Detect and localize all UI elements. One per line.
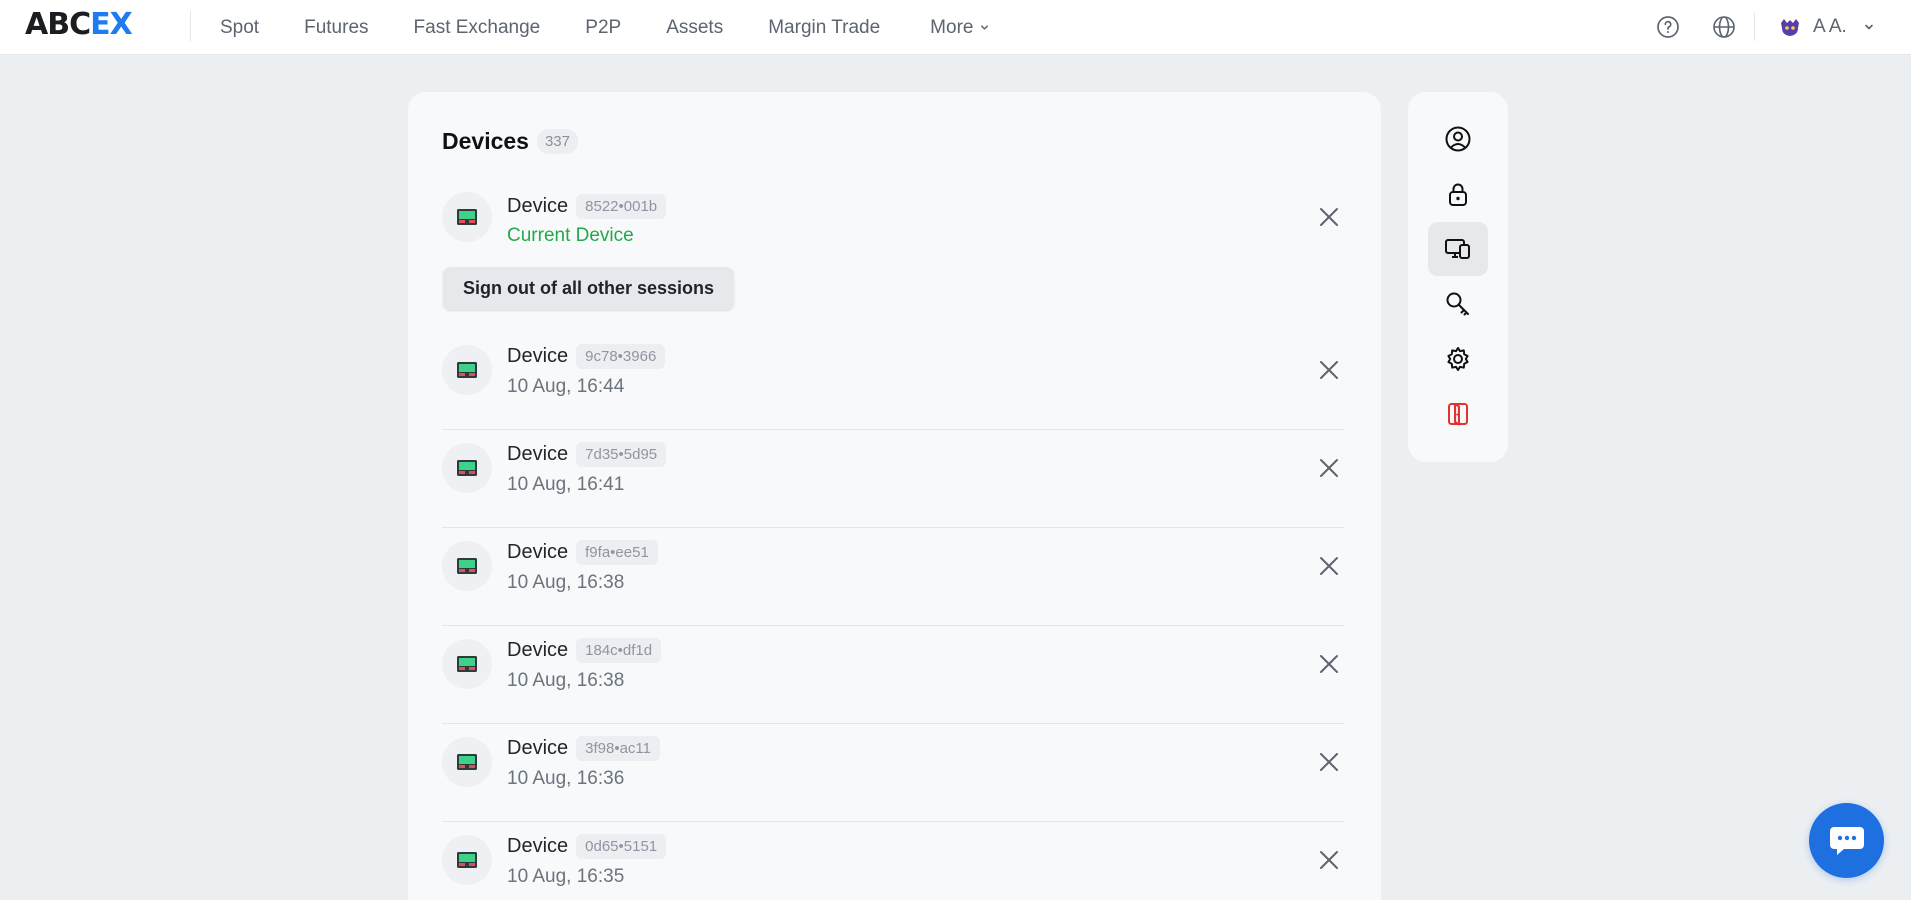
header-divider — [1754, 13, 1755, 41]
help-icon[interactable] — [1655, 14, 1681, 40]
device-name-line: Device f9fa•ee51 — [507, 540, 658, 565]
device-icon — [457, 209, 477, 225]
device-id-badge: 9c78•3966 — [576, 344, 666, 369]
device-name-line: Device 8522•001b — [507, 194, 667, 219]
nav-item-fast-exchange[interactable]: Fast Exchange — [414, 17, 541, 39]
device-id-badge: 0d65•5151 — [576, 834, 667, 859]
device-row: Device 7d35•5d95 10 Aug, 16:41 — [442, 430, 1344, 528]
device-icon — [457, 460, 477, 476]
device-icon — [457, 754, 477, 770]
nav-item-spot[interactable]: Spot — [220, 17, 259, 39]
chevron-down-icon — [981, 25, 989, 30]
nav-item-label: P2P — [585, 16, 622, 38]
top-navigation-bar: ABCEX Spot Futures Fast Exchange P2P Ass… — [0, 0, 1911, 55]
device-row: Device 3f98•ac11 10 Aug, 16:36 — [442, 724, 1344, 822]
device-last-seen: 10 Aug, 16:41 — [507, 474, 625, 495]
nav-item-label: More — [930, 16, 974, 38]
nav-item-assets[interactable]: Assets — [666, 17, 723, 39]
close-icon[interactable] — [1314, 551, 1344, 581]
page-title: Devices — [442, 128, 529, 154]
device-name-line: Device 3f98•ac11 — [507, 736, 660, 761]
nav-item-label: Fast Exchange — [413, 16, 541, 38]
logo-text-ex: EX — [90, 7, 133, 42]
device-icon — [457, 852, 477, 868]
device-name: Device — [507, 541, 569, 563]
device-id-badge: 8522•001b — [576, 194, 667, 219]
chat-button[interactable] — [1809, 803, 1884, 878]
device-name-line: Device 0d65•5151 — [507, 834, 667, 859]
logo-text-abc: ABC — [25, 7, 91, 42]
device-row: Device f9fa•ee51 10 Aug, 16:38 — [442, 528, 1344, 626]
device-icon-wrap — [442, 345, 492, 395]
device-id-badge: 7d35•5d95 — [576, 442, 667, 467]
close-icon[interactable] — [1314, 747, 1344, 777]
close-icon[interactable] — [1314, 202, 1344, 232]
device-icon-wrap — [442, 639, 492, 689]
device-icon-wrap — [442, 835, 492, 885]
device-icon-wrap — [442, 192, 492, 242]
sign-out-all-button[interactable]: Sign out of all other sessions — [443, 267, 735, 310]
device-name: Device — [507, 835, 569, 857]
device-name: Device — [507, 639, 569, 661]
device-id-badge: 184c•df1d — [576, 638, 662, 663]
device-last-seen: 10 Aug, 16:36 — [507, 768, 625, 789]
close-icon[interactable] — [1314, 453, 1344, 483]
close-icon[interactable] — [1314, 649, 1344, 679]
devices-icon[interactable] — [1428, 222, 1488, 276]
current-device-row: Device 8522•001b Current Device — [442, 192, 1344, 262]
user-name: A A. — [1813, 16, 1847, 37]
close-icon[interactable] — [1314, 355, 1344, 385]
nav-item-label: Futures — [304, 16, 369, 38]
device-row: Device 9c78•3966 10 Aug, 16:44 — [442, 332, 1344, 430]
device-icon — [457, 656, 477, 672]
current-device-label: Current Device — [507, 225, 634, 246]
logo[interactable]: ABCEX — [25, 7, 133, 42]
device-last-seen: 10 Aug, 16:44 — [507, 376, 625, 397]
device-name: Device — [507, 737, 569, 759]
device-name: Device — [507, 195, 569, 217]
devices-count-badge: 337 — [536, 129, 578, 154]
settings-side-menu — [1408, 92, 1508, 462]
device-id-badge: f9fa•ee51 — [576, 540, 658, 565]
nav-item-label: Margin Trade — [768, 16, 881, 38]
avatar-icon — [1781, 19, 1799, 36]
chevron-down-icon — [1865, 24, 1873, 30]
devices-card: Devices 337 Device 8522•001b Current Dev… — [408, 92, 1381, 900]
globe-icon[interactable] — [1711, 14, 1737, 40]
device-icon-wrap — [442, 541, 492, 591]
device-id-badge: 3f98•ac11 — [576, 736, 660, 761]
close-icon[interactable] — [1314, 845, 1344, 875]
device-icon-wrap — [442, 737, 492, 787]
device-icon — [457, 558, 477, 574]
device-last-seen: 10 Aug, 16:38 — [507, 670, 625, 691]
device-icon — [457, 362, 477, 378]
main-nav: Spot Futures Fast Exchange P2P Assets Ma… — [220, 0, 1035, 55]
user-menu[interactable]: A A. — [1777, 13, 1875, 41]
device-name: Device — [507, 345, 569, 367]
nav-item-futures[interactable]: Futures — [304, 17, 368, 39]
nav-item-p2p[interactable]: P2P — [585, 17, 621, 39]
key-icon[interactable] — [1428, 277, 1488, 331]
profile-icon[interactable] — [1428, 112, 1488, 166]
nav-item-margin-trade[interactable]: Margin Trade — [768, 17, 880, 39]
logout-icon[interactable] — [1428, 387, 1488, 441]
device-last-seen: 10 Aug, 16:35 — [507, 866, 625, 887]
device-name-line: Device 9c78•3966 — [507, 344, 666, 369]
device-row: Device 0d65•5151 10 Aug, 16:35 — [442, 822, 1344, 900]
nav-item-label: Assets — [666, 16, 724, 38]
device-name-line: Device 184c•df1d — [507, 638, 662, 663]
device-icon-wrap — [442, 443, 492, 493]
device-name: Device — [507, 443, 569, 465]
device-name-line: Device 7d35•5d95 — [507, 442, 667, 467]
lock-icon[interactable] — [1428, 167, 1488, 221]
device-last-seen: 10 Aug, 16:38 — [507, 572, 625, 593]
device-row: Device 184c•df1d 10 Aug, 16:38 — [442, 626, 1344, 724]
devices-header: Devices 337 — [442, 128, 578, 155]
settings-icon[interactable] — [1428, 332, 1488, 386]
nav-item-label: Spot — [220, 16, 260, 38]
logo-divider — [190, 11, 191, 42]
chat-icon — [1829, 826, 1864, 855]
nav-item-more[interactable]: More — [930, 17, 990, 39]
